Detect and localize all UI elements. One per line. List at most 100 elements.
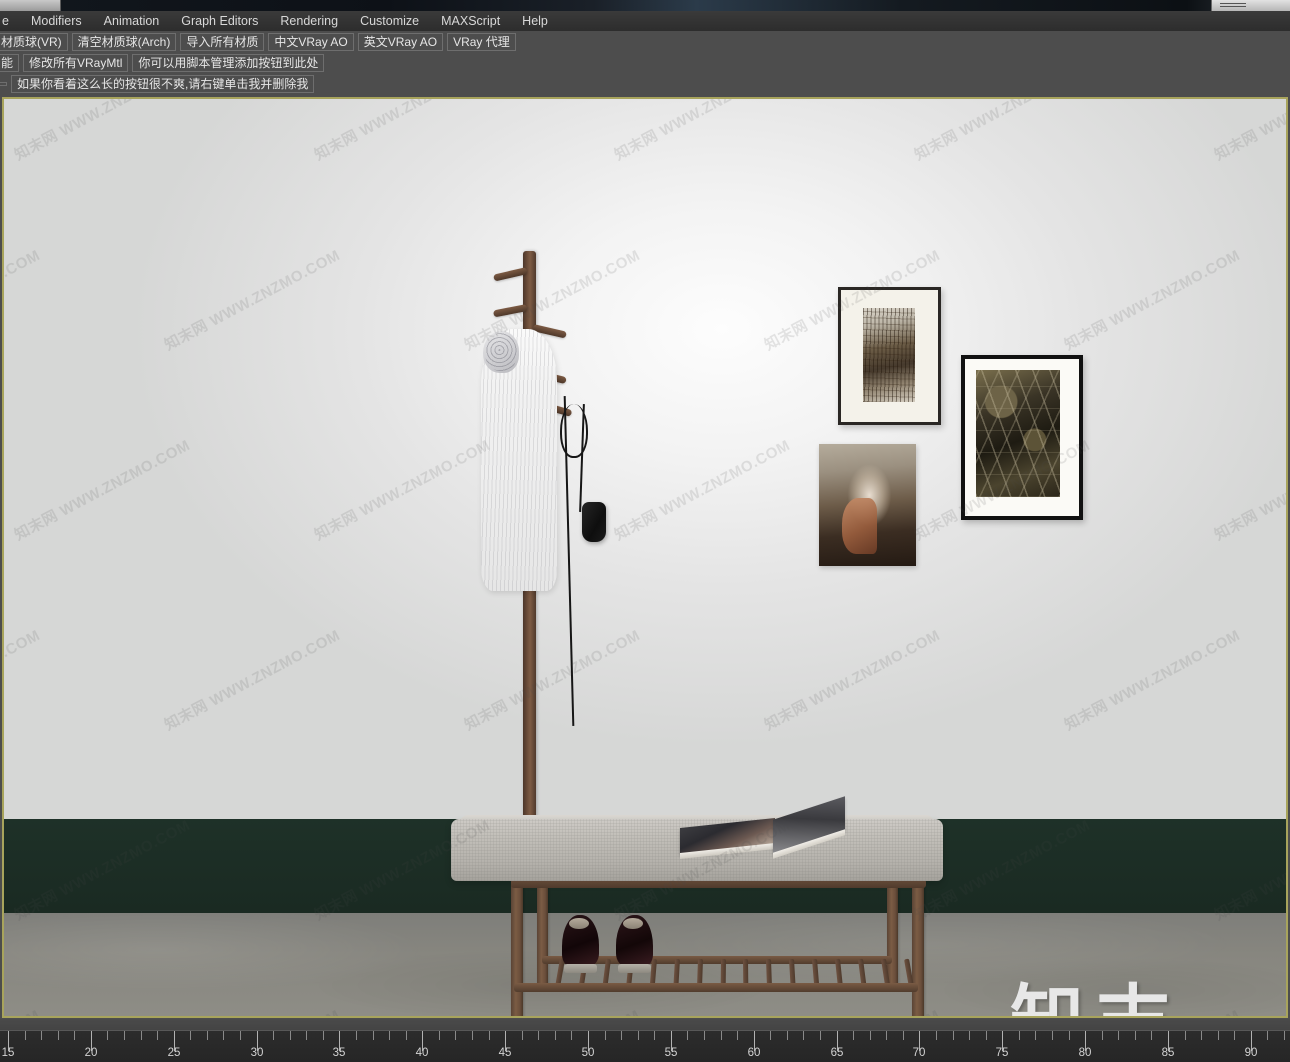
- shoe-sole: [618, 964, 651, 973]
- ruler-tick-minor: [455, 1031, 456, 1040]
- ruler-tick-minor: [472, 1031, 473, 1040]
- framed-art-3-image: [819, 444, 916, 566]
- ruler-tick-minor: [787, 1031, 788, 1040]
- ruler-tick-minor: [356, 1031, 357, 1040]
- ruler-tick-minor: [1185, 1031, 1186, 1040]
- ruler-tick-label: 60: [747, 1047, 761, 1059]
- menu-help[interactable]: Help: [511, 12, 559, 30]
- shoe-lining: [569, 918, 589, 929]
- ruler-tick-minor: [157, 1031, 158, 1040]
- ruler-tick-minor: [903, 1031, 904, 1040]
- ruler-tick-label: 85: [1161, 1047, 1175, 1059]
- ruler-tick-minor: [886, 1031, 887, 1040]
- ruler-tick-label: 30: [250, 1047, 264, 1059]
- ruler-tick-minor: [605, 1031, 606, 1040]
- ruler-tick-minor: [770, 1031, 771, 1040]
- application-window: e Modifiers Animation Graph Editors Renderin…: [0, 0, 1290, 1062]
- script-toolbar-row-1: 材质球(VR) 清空材质球(Arch) 导入所有材质 中文VRay AO 英文VRay …: [0, 31, 1290, 53]
- ruler-tick-minor: [555, 1031, 556, 1040]
- ruler-tick-minor: [306, 1031, 307, 1040]
- ruler-tick-minor: [323, 1031, 324, 1040]
- ruler-tick-minor: [406, 1031, 407, 1040]
- menu-item-list: e Modifiers Animation Graph Editors Renderin…: [0, 11, 1290, 31]
- ruler-tick-minor: [737, 1031, 738, 1040]
- window-controls[interactable]: [1211, 0, 1290, 11]
- ruler-tick-label: 65: [830, 1047, 844, 1059]
- ruler-tick-minor: [223, 1031, 224, 1040]
- ruler-tick-minor: [803, 1031, 804, 1040]
- ruler-tick-minor: [986, 1031, 987, 1040]
- ruler-tick-minor: [936, 1031, 937, 1040]
- bench-shelf-front-rail: [514, 983, 918, 992]
- ruler-tick-minor: [1118, 1031, 1119, 1040]
- ruler-tick-minor: [1102, 1031, 1103, 1040]
- btn-import-all-materials[interactable]: 导入所有材质: [180, 32, 265, 51]
- btn-modify-all-vraymtl[interactable]: 修改所有VRayMtl: [23, 53, 129, 72]
- ruler-tick-minor: [621, 1031, 622, 1040]
- btn-english-vray-ao[interactable]: 英文VRay AO: [357, 32, 444, 51]
- ruler-tick-minor: [141, 1031, 142, 1040]
- ruler-tick-label: 50: [581, 1047, 595, 1059]
- ruler-tick-minor: [853, 1031, 854, 1040]
- menu-animation[interactable]: Animation: [93, 12, 171, 30]
- menu-modifiers[interactable]: Modifiers: [20, 12, 93, 30]
- ruler-tick-label: 40: [415, 1047, 429, 1059]
- ruler-tick-minor: [373, 1031, 374, 1040]
- ruler-tick-minor: [273, 1031, 274, 1040]
- title-bar-left-cap: [0, 0, 61, 11]
- ruler-tick-label: 90: [1244, 1047, 1258, 1059]
- ruler-tick-minor: [1201, 1031, 1202, 1040]
- btn-vray-proxy[interactable]: VRay 代理: [447, 32, 516, 51]
- ruler-tick-minor: [1019, 1031, 1020, 1040]
- ruler-tick-label: 70: [912, 1047, 926, 1059]
- ruler-tick-minor: [107, 1031, 108, 1040]
- time-slider-ruler[interactable]: 15 20 25 30 35 40 45 50 55 60 65 70 75 80 85 90: [0, 1019, 1290, 1062]
- ruler-tick-minor: [953, 1031, 954, 1040]
- ruler-tick-label: 80: [1078, 1047, 1092, 1059]
- ruler-tick-label: 15: [1, 1047, 15, 1059]
- ruler-tick-label: 25: [167, 1047, 181, 1059]
- ruler-tick-minor: [1218, 1031, 1219, 1040]
- menu-rendering[interactable]: Rendering: [269, 12, 349, 30]
- menu-graph-editors[interactable]: Graph Editors: [170, 12, 269, 30]
- btn-row3-clipped[interactable]: [0, 81, 7, 86]
- bench-leg: [511, 879, 523, 1016]
- shoe-sole: [564, 964, 597, 973]
- ruler-tick-label: 45: [498, 1047, 512, 1059]
- bench-leg: [887, 879, 898, 989]
- ruler-tick-label: 20: [84, 1047, 98, 1059]
- script-toolbar-row-2: 能修改所有VRayMtl 你可以用脚本管理添加按钮到此处: [0, 52, 1290, 74]
- menu-edit-clipped[interactable]: e: [0, 12, 20, 30]
- ruler-tick-minor: [654, 1031, 655, 1040]
- ruler-tick-minor: [721, 1031, 722, 1040]
- ruler-tick-minor: [969, 1031, 970, 1040]
- btn-clear-material-ball-arch[interactable]: 清空材质球(Arch): [71, 32, 177, 51]
- ruler-tick-minor: [207, 1031, 208, 1040]
- ruler-tick-minor: [1267, 1031, 1268, 1040]
- viewport-render: 知末网 WWW.ZNZMO.COM知末网 WWW.ZNZMO.COM知末网 WW…: [4, 99, 1286, 1016]
- title-bar: [0, 0, 1290, 11]
- btn-add-script-button-hint[interactable]: 你可以用脚本管理添加按钮到此处: [132, 53, 325, 72]
- ruler-tick-label: 55: [664, 1047, 678, 1059]
- ruler-tick-minor: [1234, 1031, 1235, 1040]
- ruler-tick-minor: [41, 1031, 42, 1040]
- ruler-tick-minor: [25, 1031, 26, 1040]
- btn-performance-clipped[interactable]: 能: [0, 53, 20, 72]
- ruler-tick-minor: [1151, 1031, 1152, 1040]
- ruler-tick-minor: [1052, 1031, 1053, 1040]
- ruler-tick-minor: [190, 1031, 191, 1040]
- ruler-tick-minor: [1284, 1031, 1285, 1040]
- viewport-container: 知末网 WWW.ZNZMO.COM知末网 WWW.ZNZMO.COM知末网 WW…: [0, 96, 1290, 1019]
- btn-chinese-vray-ao[interactable]: 中文VRay AO: [268, 32, 354, 51]
- ruler-tick-minor: [124, 1031, 125, 1040]
- ruler-tick-minor: [74, 1031, 75, 1040]
- menu-maxscript[interactable]: MAXScript: [430, 12, 511, 30]
- ruler-tick-minor: [389, 1031, 390, 1040]
- ruler-tick-label: 35: [332, 1047, 346, 1059]
- btn-material-ball-vr[interactable]: 材质球(VR): [0, 32, 68, 51]
- menu-customize[interactable]: Customize: [349, 12, 430, 30]
- perspective-viewport[interactable]: 知末网 WWW.ZNZMO.COM知末网 WWW.ZNZMO.COM知末网 WW…: [2, 97, 1288, 1018]
- btn-long-button-remove-hint[interactable]: 如果你看着这么长的按钮很不爽,请右键单击我并删除我: [11, 74, 315, 93]
- ruler-tick-minor: [638, 1031, 639, 1040]
- ruler-tick-minor: [1135, 1031, 1136, 1040]
